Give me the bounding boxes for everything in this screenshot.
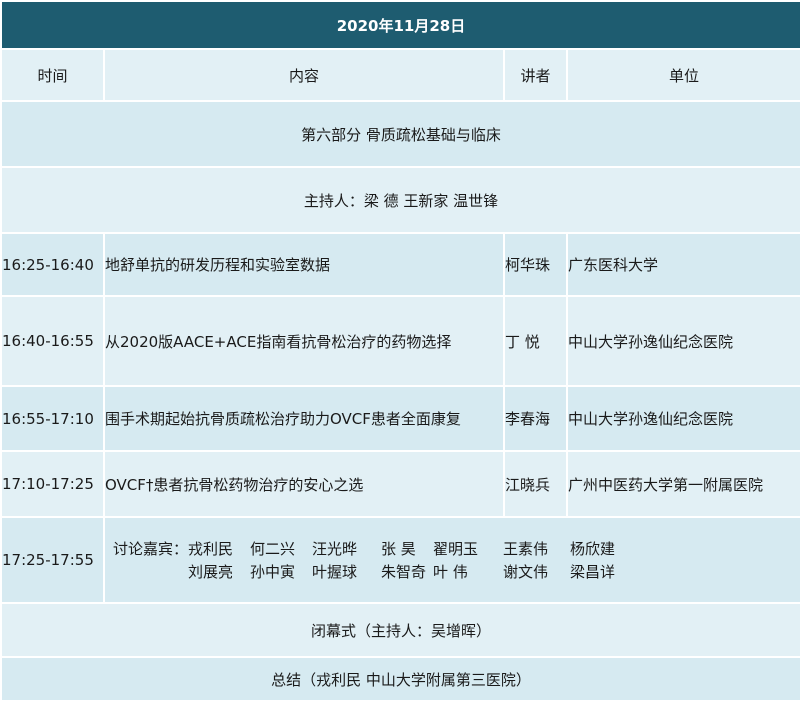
talk-topic: 从2020版AACE+ACE指南看抗骨松治疗的药物选择 xyxy=(103,295,505,387)
date-header-row: 2020年11月28日 xyxy=(0,0,800,50)
guest-name: 叶握球 xyxy=(312,563,358,581)
talk-time: 16:55-17:10 xyxy=(0,385,105,452)
talk-time: 16:40-16:55 xyxy=(0,295,105,387)
talk-speaker: 李春海 xyxy=(503,385,568,452)
discussion-time: 17:25-17:55 xyxy=(0,516,105,604)
talk-unit: 广东医科大学 xyxy=(566,232,800,297)
guest-name: 何二兴 xyxy=(250,540,296,558)
talk-topic: 地舒单抗的研发历程和实验室数据 xyxy=(103,232,505,297)
col-header-time: 时间 xyxy=(0,48,105,102)
talk-unit: 中山大学孙逸仙纪念医院 xyxy=(566,385,800,452)
section-title: 第六部分 骨质疏松基础与临床 xyxy=(0,100,800,168)
guest-name: 翟明玉 xyxy=(433,540,479,558)
guest-name: 叶 伟 xyxy=(433,563,468,581)
date-title: 2020年11月28日 xyxy=(0,0,800,50)
discussion-guests: 戎利民 何二兴 汪光晔 张 昊 翟明玉 王素伟 杨欣建 刘展亮 孙中寅 叶握球 … xyxy=(188,538,632,582)
guest-name: 王素伟 xyxy=(503,540,549,558)
talk-unit: 中山大学孙逸仙纪念医院 xyxy=(566,295,800,387)
discussion-row: 17:25-17:55 讨论嘉宾： 戎利民 何二兴 汪光晔 张 昊 翟明玉 王素… xyxy=(0,516,800,604)
discussion-cell: 讨论嘉宾： 戎利民 何二兴 汪光晔 张 昊 翟明玉 王素伟 杨欣建 刘展亮 孙中… xyxy=(103,516,800,604)
talk-unit: 广州中医药大学第一附属医院 xyxy=(566,450,800,518)
guest-name: 刘展亮 xyxy=(188,563,234,581)
table-row: 16:55-17:10 围手术期起始抗骨质疏松治疗助力OVCF患者全面康复 李春… xyxy=(0,385,800,452)
talk-speaker: 丁 悦 xyxy=(503,295,568,387)
col-header-content: 内容 xyxy=(103,48,505,102)
table-row: 17:10-17:25 OVCF†患者抗骨松药物治疗的安心之选 江晓兵 广州中医… xyxy=(0,450,800,518)
guest-name: 戎利民 xyxy=(188,540,234,558)
summary-row: 总结（戎利民 中山大学附属第三医院） xyxy=(0,656,800,702)
talk-time: 17:10-17:25 xyxy=(0,450,105,518)
guest-name: 汪光晔 xyxy=(312,540,358,558)
talk-topic: 围手术期起始抗骨质疏松治疗助力OVCF患者全面康复 xyxy=(103,385,505,452)
section-title-row: 第六部分 骨质疏松基础与临床 xyxy=(0,100,800,168)
hosts: 主持人：梁 德 王新家 温世锋 xyxy=(0,166,800,234)
schedule-table: 2020年11月28日 时间 内容 讲者 单位 第六部分 骨质疏松基础与临床 主… xyxy=(0,0,800,702)
talk-time: 16:25-16:40 xyxy=(0,232,105,297)
talk-speaker: 柯华珠 xyxy=(503,232,568,297)
summary: 总结（戎利民 中山大学附属第三医院） xyxy=(0,656,800,702)
guest-name: 朱智奇 xyxy=(381,563,427,581)
talk-topic: OVCF†患者抗骨松药物治疗的安心之选 xyxy=(103,450,505,518)
col-header-unit: 单位 xyxy=(566,48,800,102)
talk-speaker: 江晓兵 xyxy=(503,450,568,518)
hosts-row: 主持人：梁 德 王新家 温世锋 xyxy=(0,166,800,234)
guest-name: 张 昊 xyxy=(381,540,416,558)
discussion-label: 讨论嘉宾： xyxy=(113,540,189,558)
table-row: 16:40-16:55 从2020版AACE+ACE指南看抗骨松治疗的药物选择 … xyxy=(0,295,800,387)
guest-name: 谢文伟 xyxy=(503,563,549,581)
guest-name: 孙中寅 xyxy=(250,563,296,581)
guest-name: 梁昌详 xyxy=(570,563,616,581)
col-header-speaker: 讲者 xyxy=(503,48,568,102)
closing-ceremony: 闭幕式（主持人：吴增晖） xyxy=(0,602,800,658)
guest-name: 杨欣建 xyxy=(570,540,616,558)
column-header-row: 时间 内容 讲者 单位 xyxy=(0,48,800,102)
table-row: 16:25-16:40 地舒单抗的研发历程和实验室数据 柯华珠 广东医科大学 xyxy=(0,232,800,297)
closing-row: 闭幕式（主持人：吴增晖） xyxy=(0,602,800,658)
